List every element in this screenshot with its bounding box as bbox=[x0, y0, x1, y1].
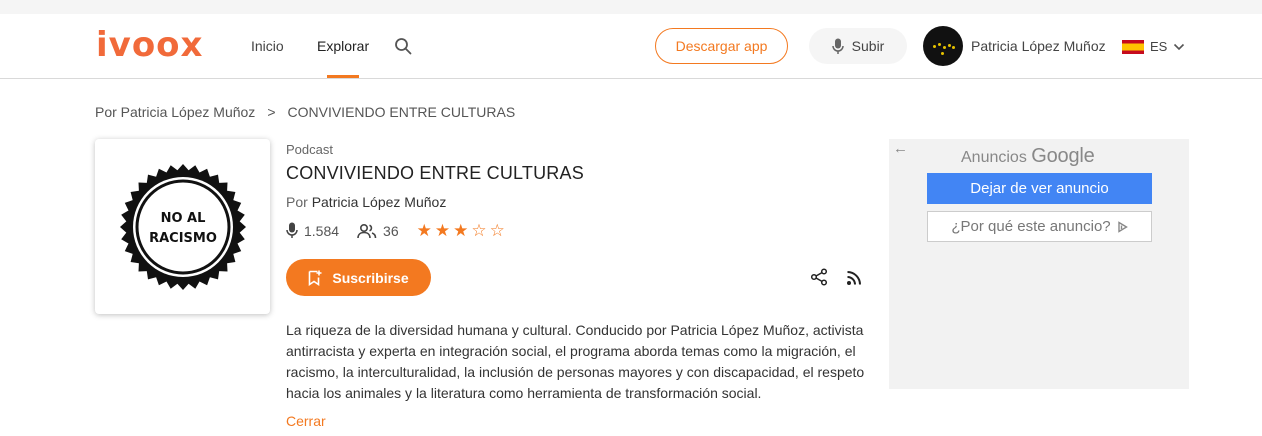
content-type-label: Podcast bbox=[286, 142, 333, 157]
ad-label-prefix: Anuncios bbox=[961, 149, 1027, 166]
nav-inicio[interactable]: Inicio bbox=[251, 38, 284, 54]
subscribe-button[interactable]: Suscribirse bbox=[286, 259, 431, 296]
cover-text-line1: NO AL bbox=[160, 211, 205, 226]
language-code: ES bbox=[1150, 39, 1168, 54]
google-ad-panel: ← Anuncios Google Dejar de ver anuncio ¿… bbox=[889, 139, 1189, 389]
google-brand: Google bbox=[1031, 145, 1095, 167]
podcast-stats: 1.584 36 ★ ★ ★ ☆ ☆ bbox=[286, 222, 505, 239]
nav-explorar[interactable]: Explorar bbox=[317, 38, 369, 54]
subscribers-icon bbox=[357, 223, 377, 238]
star-empty-icon[interactable]: ☆ bbox=[471, 222, 486, 239]
breadcrumb-separator: > bbox=[267, 104, 276, 120]
star-filled-icon[interactable]: ★ bbox=[417, 222, 432, 239]
author-line: Por Patricia López Muñoz bbox=[286, 194, 446, 210]
search-icon[interactable] bbox=[394, 37, 412, 55]
spain-flag-icon bbox=[1122, 39, 1144, 54]
close-description-link[interactable]: Cerrar bbox=[286, 413, 326, 429]
author-link[interactable]: Patricia López Muñoz bbox=[312, 194, 447, 210]
plays-count: 1.584 bbox=[304, 222, 340, 239]
subscribe-label: Suscribirse bbox=[332, 269, 409, 286]
share-icon[interactable] bbox=[810, 268, 828, 286]
download-app-button[interactable]: Descargar app bbox=[655, 28, 788, 64]
podcast-description: La riqueza de la diversidad humana y cul… bbox=[286, 322, 865, 401]
stop-ad-button[interactable]: Dejar de ver anuncio bbox=[927, 173, 1152, 204]
nav-active-indicator bbox=[327, 75, 359, 78]
user-name[interactable]: Patricia López Muñoz bbox=[971, 38, 1106, 54]
no-racism-seal-image: NO AL RACISMO bbox=[119, 163, 246, 290]
podcast-title: CONVIVIENDO ENTRE CULTURAS bbox=[286, 163, 584, 183]
breadcrumb-author-link[interactable]: Por Patricia López Muñoz bbox=[95, 104, 255, 120]
upload-label: Subir bbox=[851, 38, 885, 54]
ad-label: Anuncios Google bbox=[961, 145, 1095, 168]
why-this-ad-label: ¿Por qué este anuncio? bbox=[951, 218, 1111, 235]
back-arrow-icon[interactable]: ← bbox=[893, 140, 908, 157]
author-prefix: Por bbox=[286, 194, 308, 210]
subscribers-count: 36 bbox=[383, 222, 399, 239]
microphone-icon bbox=[831, 38, 844, 54]
star-filled-icon[interactable]: ★ bbox=[435, 222, 450, 239]
chevron-down-icon bbox=[1174, 43, 1185, 50]
podcast-info: Podcast CONVIVIENDO ENTRE CULTURAS Por P… bbox=[286, 142, 866, 296]
upload-button[interactable]: Subir bbox=[809, 28, 907, 64]
podcast-cover[interactable]: NO AL RACISMO bbox=[95, 139, 270, 314]
microphone-icon bbox=[286, 222, 298, 238]
bookmark-add-icon bbox=[309, 270, 322, 286]
avatar[interactable] bbox=[923, 26, 963, 66]
breadcrumb: Por Patricia López Muñoz > CONVIVIENDO E… bbox=[95, 104, 515, 120]
breadcrumb-current: CONVIVIENDO ENTRE CULTURAS bbox=[287, 104, 516, 120]
language-selector[interactable]: ES bbox=[1122, 39, 1185, 54]
rss-icon[interactable] bbox=[846, 270, 862, 286]
ivoox-logo[interactable]: ivoox bbox=[96, 26, 203, 62]
rating-stars[interactable]: ★ ★ ★ ☆ ☆ bbox=[417, 222, 505, 239]
why-this-ad-button[interactable]: ¿Por qué este anuncio? bbox=[927, 211, 1152, 242]
star-filled-icon[interactable]: ★ bbox=[453, 222, 468, 239]
adchoices-icon bbox=[1117, 220, 1128, 233]
top-strip bbox=[0, 0, 1262, 14]
cover-text-line2: RACISMO bbox=[149, 231, 217, 246]
site-header: ivoox Inicio Explorar Descargar app Subi… bbox=[0, 14, 1262, 79]
star-empty-icon[interactable]: ☆ bbox=[490, 222, 505, 239]
